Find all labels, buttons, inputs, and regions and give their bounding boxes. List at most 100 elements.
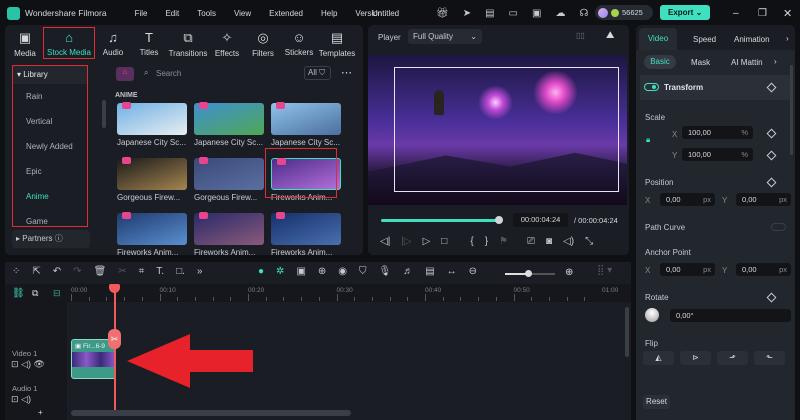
stock-item[interactable]: Japanese City Sc... xyxy=(117,102,194,147)
layout-icon[interactable]: ⁘ xyxy=(12,266,20,277)
replace-icon[interactable]: ▤ xyxy=(425,266,434,277)
library-item-rain[interactable]: Rain xyxy=(13,84,87,109)
more-tools-icon[interactable]: » xyxy=(197,266,203,277)
anchor-y-input[interactable]: 0,00 px xyxy=(736,263,791,276)
reset-button[interactable]: Reset xyxy=(643,395,670,409)
menu-help[interactable]: Help xyxy=(321,9,337,18)
tab-effects[interactable]: ✧ Effects xyxy=(209,30,245,59)
transform-toggle[interactable] xyxy=(644,83,659,91)
undo-icon[interactable]: ↶ xyxy=(53,266,61,277)
path-curve-toggle[interactable] xyxy=(771,223,786,231)
anchor-x-input[interactable]: 0,00 px xyxy=(660,263,715,276)
cloud-icon[interactable]: ☁ xyxy=(555,8,565,19)
stock-brand-icon[interactable]: ⌂ xyxy=(116,67,134,81)
stock-thumbnail[interactable] xyxy=(271,212,341,245)
minimize-icon[interactable]: – xyxy=(733,8,739,19)
menu-tools[interactable]: Tools xyxy=(197,9,216,18)
next-frame-icon[interactable]: |▷ xyxy=(401,236,411,247)
rotate-left-button[interactable]: ⬑ xyxy=(754,351,785,365)
stock-item[interactable]: Gorgeous Firew... xyxy=(117,157,194,202)
volume-icon[interactable]: ◁) xyxy=(563,236,574,247)
stock-thumbnail[interactable] xyxy=(194,157,264,190)
text-icon[interactable]: T. xyxy=(156,266,164,277)
tab-stock-media[interactable]: ⌂ Stock Media xyxy=(43,27,95,59)
quality-dropdown[interactable]: Full Quality ⌄ xyxy=(408,29,482,44)
restore-icon[interactable]: ❐ xyxy=(758,8,767,19)
credits-badge[interactable]: 56625 xyxy=(595,5,653,20)
stock-item[interactable]: Fireworks Anim... xyxy=(117,212,194,257)
track-controls[interactable]: ⊡ ◁) 👁︎ xyxy=(11,359,45,370)
delete-icon[interactable]: 🗑︎ xyxy=(94,266,107,277)
zoom-out-icon[interactable]: ⊖ xyxy=(469,266,477,277)
tab-video[interactable]: Video xyxy=(639,28,677,50)
display-icon[interactable]: ⎚ xyxy=(527,236,535,247)
prev-frame-icon[interactable]: ◁| xyxy=(380,236,390,247)
snap-icon[interactable]: ✲ xyxy=(276,266,284,277)
position-x-input[interactable]: 0,00 px xyxy=(660,193,715,206)
camera-icon[interactable]: ◙ xyxy=(546,236,552,247)
tab-media[interactable]: ▣ Media xyxy=(7,30,43,59)
close-icon[interactable]: ✕ xyxy=(783,7,792,20)
scale-x-input[interactable]: 100,00% xyxy=(682,126,753,139)
support-icon[interactable]: ☊ xyxy=(579,8,588,19)
more-options-icon[interactable]: ⋯ xyxy=(341,66,352,79)
cut-icon[interactable]: ✂ xyxy=(118,266,126,277)
redo-icon[interactable]: ↷ xyxy=(73,266,81,277)
stock-thumbnail[interactable] xyxy=(117,102,187,135)
track-manage-icon[interactable]: ⧉ xyxy=(32,288,38,299)
tabs-next-icon[interactable]: › xyxy=(786,34,789,43)
menu-view[interactable]: View xyxy=(234,9,251,18)
export-button[interactable]: Export ⌄ xyxy=(660,5,710,20)
mic-icon[interactable]: 🎙︎ xyxy=(379,266,392,277)
tab-animation[interactable]: Animation xyxy=(734,35,770,44)
timeline-vscrollbar[interactable] xyxy=(625,307,629,357)
playback-slider[interactable] xyxy=(381,216,503,224)
library-item-game[interactable]: Game xyxy=(13,209,87,226)
stock-item[interactable]: Japanese City Sc... xyxy=(194,102,271,147)
save-icon[interactable]: ▣ xyxy=(532,8,541,19)
timeline-scrollbar[interactable] xyxy=(71,410,351,416)
send-icon[interactable]: ➤ xyxy=(463,8,471,19)
current-time[interactable]: 00:00:04:24 xyxy=(513,213,568,227)
tab-speed[interactable]: Speed xyxy=(693,35,716,44)
compare-view-icon[interactable]: ▯▯ xyxy=(576,31,585,40)
lock-icon[interactable]: 🔒︎ xyxy=(646,135,650,145)
snapshot-view-icon[interactable]: ⛰ xyxy=(606,30,614,41)
split-scissors-icon[interactable]: ✂ xyxy=(108,329,121,349)
grid-options-icon[interactable]: ⣿ ▾ xyxy=(597,265,612,276)
stock-item[interactable]: Fireworks Anim... xyxy=(271,212,348,257)
mark-out-icon[interactable]: } xyxy=(485,236,488,247)
shape-icon[interactable]: □. xyxy=(176,266,185,277)
search-input[interactable]: Search xyxy=(156,69,181,78)
zoom-slider[interactable] xyxy=(505,270,555,277)
avatar[interactable] xyxy=(598,7,608,18)
library-scrollbar[interactable] xyxy=(102,100,106,128)
mark-in-icon[interactable]: { xyxy=(470,236,473,247)
play-icon[interactable]: ▷ xyxy=(423,236,431,247)
subtab-ai-matting[interactable]: AI Mattin xyxy=(731,58,763,67)
stock-thumbnail[interactable] xyxy=(271,102,341,135)
stock-item[interactable]: Japanese City Sc... xyxy=(271,102,348,147)
tab-titles[interactable]: T Titles xyxy=(131,30,167,59)
add-media-icon[interactable]: ⊕ xyxy=(318,266,326,277)
subtab-mask[interactable]: Mask xyxy=(691,58,710,67)
menu-edit[interactable]: Edit xyxy=(165,9,179,18)
flip-horizontal-button[interactable]: ◭ xyxy=(643,351,674,365)
tab-stickers[interactable]: ☺ Stickers xyxy=(281,30,317,59)
add-track-icon[interactable]: + xyxy=(38,408,43,417)
rotate-right-button[interactable]: ⬏ xyxy=(717,351,748,365)
audio-track-controls[interactable]: ⊡ ◁) xyxy=(11,394,31,405)
crop-icon[interactable]: ⌗ xyxy=(139,266,145,277)
stock-item[interactable]: Fireworks Anim... xyxy=(194,212,271,257)
fullscreen-icon[interactable]: ⤡ xyxy=(585,236,593,247)
position-y-input[interactable]: 0,00 px xyxy=(736,193,791,206)
library-item-newly-added[interactable]: Newly Added xyxy=(13,134,87,159)
library-item-vertical[interactable]: Vertical xyxy=(13,109,87,134)
track-add-icon[interactable]: ⊟ xyxy=(53,288,61,299)
zoom-in-icon[interactable]: ⊕ xyxy=(565,267,573,278)
menu-extended[interactable]: Extended xyxy=(269,9,303,18)
link-icon[interactable]: ⛓ xyxy=(12,288,25,299)
subtabs-next-icon[interactable]: › xyxy=(774,57,777,66)
video-preview[interactable] xyxy=(368,55,627,205)
flip-vertical-button[interactable]: ⊳ xyxy=(680,351,711,365)
